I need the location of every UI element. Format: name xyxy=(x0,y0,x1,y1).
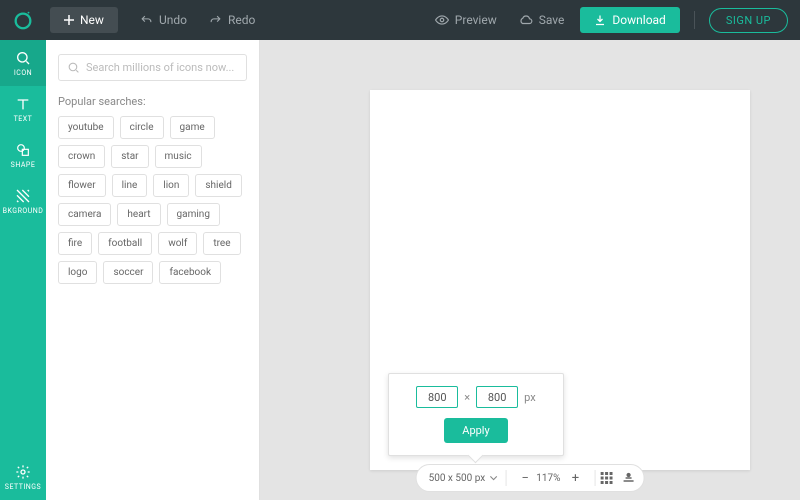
shape-icon xyxy=(15,142,31,158)
chip-wolf[interactable]: wolf xyxy=(158,232,197,255)
chip-youtube[interactable]: youtube xyxy=(58,116,114,139)
height-input[interactable] xyxy=(476,386,518,408)
size-sep: × xyxy=(464,391,470,404)
grid-icon xyxy=(600,472,612,484)
sidebar-item-settings[interactable]: SETTINGS xyxy=(0,454,46,500)
undo-label: Undo xyxy=(159,13,187,27)
save-label: Save xyxy=(539,13,565,27)
sidebar-item-bkground[interactable]: BKGROUND xyxy=(0,178,46,224)
chip-star[interactable]: star xyxy=(111,145,148,168)
undo-button[interactable]: Undo xyxy=(140,13,187,27)
chip-game[interactable]: game xyxy=(170,116,215,139)
sidebar-item-shape[interactable]: SHAPE xyxy=(0,132,46,178)
chip-tree[interactable]: tree xyxy=(203,232,240,255)
zoom-out-button[interactable]: − xyxy=(514,471,536,486)
plus-icon: + xyxy=(572,471,579,486)
redo-icon xyxy=(209,14,222,27)
background-icon xyxy=(15,188,31,204)
chip-crown[interactable]: crown xyxy=(58,145,105,168)
sidebar-item-icon[interactable]: ICON xyxy=(0,40,46,86)
chip-music[interactable]: music xyxy=(155,145,202,168)
chip-facebook[interactable]: facebook xyxy=(159,261,221,284)
popular-searches-label: Popular searches: xyxy=(58,95,247,108)
topbar-divider xyxy=(694,11,695,29)
eye-icon xyxy=(435,13,449,27)
signup-button[interactable]: SIGN UP xyxy=(709,8,788,33)
sidebar-item-text[interactable]: TEXT xyxy=(0,86,46,132)
align-icon xyxy=(622,472,634,484)
chip-football[interactable]: football xyxy=(98,232,152,255)
chip-heart[interactable]: heart xyxy=(117,203,160,226)
chips-container: youtube circle game crown star music flower lin… xyxy=(58,116,247,284)
minus-icon: − xyxy=(522,471,529,486)
apply-button[interactable]: Apply xyxy=(444,418,507,443)
preview-button[interactable]: Preview xyxy=(435,13,497,27)
gear-icon xyxy=(15,464,31,480)
undo-icon xyxy=(140,14,153,27)
text-icon xyxy=(15,96,31,112)
size-unit: px xyxy=(524,391,536,404)
chip-soccer[interactable]: soccer xyxy=(103,261,153,284)
search-icon xyxy=(15,50,31,66)
preview-label: Preview xyxy=(455,13,497,27)
download-icon xyxy=(594,14,606,26)
save-button[interactable]: Save xyxy=(519,13,565,27)
width-input[interactable] xyxy=(416,386,458,408)
new-label: New xyxy=(80,13,104,27)
align-button[interactable] xyxy=(617,472,639,484)
search-input[interactable] xyxy=(86,61,238,74)
icon-panel: Popular searches: youtube circle game crown… xyxy=(46,40,260,500)
search-box[interactable] xyxy=(58,54,247,81)
canvas-area: × px Apply 500 x 500 px − 117% + xyxy=(260,40,800,500)
chevron-down-icon xyxy=(489,474,497,482)
grid-button[interactable] xyxy=(595,472,617,484)
chip-logo[interactable]: logo xyxy=(58,261,97,284)
chip-line[interactable]: line xyxy=(112,174,148,197)
sidebar: ICON TEXT SHAPE BKGROUND SETTINGS xyxy=(0,40,46,500)
new-button[interactable]: New xyxy=(50,7,118,33)
chip-lion[interactable]: lion xyxy=(153,174,189,197)
app-logo xyxy=(12,8,36,32)
chip-circle[interactable]: circle xyxy=(120,116,164,139)
chip-shield[interactable]: shield xyxy=(195,174,241,197)
chip-camera[interactable]: camera xyxy=(58,203,111,226)
plus-icon xyxy=(64,15,74,25)
redo-label: Redo xyxy=(228,13,255,27)
topbar: New Undo Redo Preview Save Download SIGN… xyxy=(0,0,800,40)
chip-gaming[interactable]: gaming xyxy=(167,203,220,226)
chip-flower[interactable]: flower xyxy=(58,174,106,197)
redo-button[interactable]: Redo xyxy=(209,13,255,27)
download-label: Download xyxy=(612,13,665,27)
chip-fire[interactable]: fire xyxy=(58,232,92,255)
size-popover: × px Apply xyxy=(388,373,564,456)
zoom-level: 117% xyxy=(536,473,564,484)
bottom-toolbar: 500 x 500 px − 117% + xyxy=(416,464,645,492)
zoom-in-button[interactable]: + xyxy=(564,471,586,486)
cloud-icon xyxy=(519,13,533,27)
download-button[interactable]: Download xyxy=(580,7,679,33)
size-dropdown[interactable]: 500 x 500 px xyxy=(421,465,506,491)
search-icon xyxy=(67,61,80,74)
